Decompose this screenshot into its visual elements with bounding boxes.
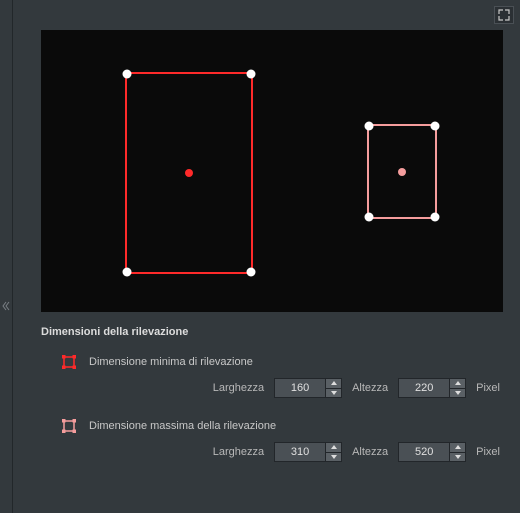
max-height-spinner [398,442,466,462]
min-unit-label: Pixel [476,382,500,394]
max-size-label: Dimensione massima della rilevazione [89,420,276,432]
chevron-down-icon [455,455,461,459]
rect-center-handle[interactable] [398,168,406,176]
min-height-up[interactable] [450,378,466,388]
rect-handle-ne[interactable] [431,122,440,131]
chevron-down-icon [455,391,461,395]
max-width-label: Larghezza [213,446,264,458]
detection-size-section: Dimensioni della rilevazione Dimensione … [41,326,504,482]
max-height-down[interactable] [450,452,466,463]
min-width-down[interactable] [326,388,342,399]
max-detection-rect[interactable] [125,72,253,274]
rect-handle-nw[interactable] [365,122,374,131]
min-detection-rect[interactable] [367,124,437,219]
expand-icon [498,9,510,21]
max-height-up[interactable] [450,442,466,452]
max-size-row: Dimensione massima della rilevazione [41,418,504,434]
expand-preview-button[interactable] [494,6,514,24]
rect-handle-se[interactable] [431,213,440,222]
max-unit-label: Pixel [476,446,500,458]
min-width-spinner [274,378,342,398]
max-width-spinner [274,442,342,462]
min-size-label: Dimensione minima di rilevazione [89,356,253,368]
panel-collapse-handle[interactable] [0,294,12,318]
min-height-down[interactable] [450,388,466,399]
chevron-up-icon [455,381,461,385]
chevron-up-icon [331,445,337,449]
min-size-row: Dimensione minima di rilevazione [41,354,504,370]
chevron-up-icon [331,381,337,385]
min-height-input[interactable] [398,378,450,398]
min-width-label: Larghezza [213,382,264,394]
max-height-label: Altezza [352,446,388,458]
chevron-down-icon [331,391,337,395]
detection-size-panel: Dimensioni della rilevazione Dimensione … [12,0,520,513]
rect-handle-se[interactable] [247,268,256,277]
max-width-down[interactable] [326,452,342,463]
min-height-label: Altezza [352,382,388,394]
rect-handle-ne[interactable] [247,70,256,79]
min-size-inputs: Larghezza Altezza Pixel [41,378,504,398]
min-width-up[interactable] [326,378,342,388]
chevron-up-icon [455,445,461,449]
detection-preview-canvas[interactable] [41,30,503,312]
chevron-down-icon [331,455,337,459]
rect-center-handle[interactable] [185,169,193,177]
max-width-up[interactable] [326,442,342,452]
section-title: Dimensioni della rilevazione [41,326,504,338]
rect-handle-sw[interactable] [365,213,374,222]
max-size-icon [61,418,77,434]
min-width-input[interactable] [274,378,326,398]
max-size-inputs: Larghezza Altezza Pixel [41,442,504,462]
chevron-left-double-icon [2,301,10,311]
rect-handle-nw[interactable] [123,70,132,79]
rect-handle-sw[interactable] [123,268,132,277]
min-height-spinner [398,378,466,398]
min-size-icon [61,354,77,370]
max-height-input[interactable] [398,442,450,462]
max-width-input[interactable] [274,442,326,462]
